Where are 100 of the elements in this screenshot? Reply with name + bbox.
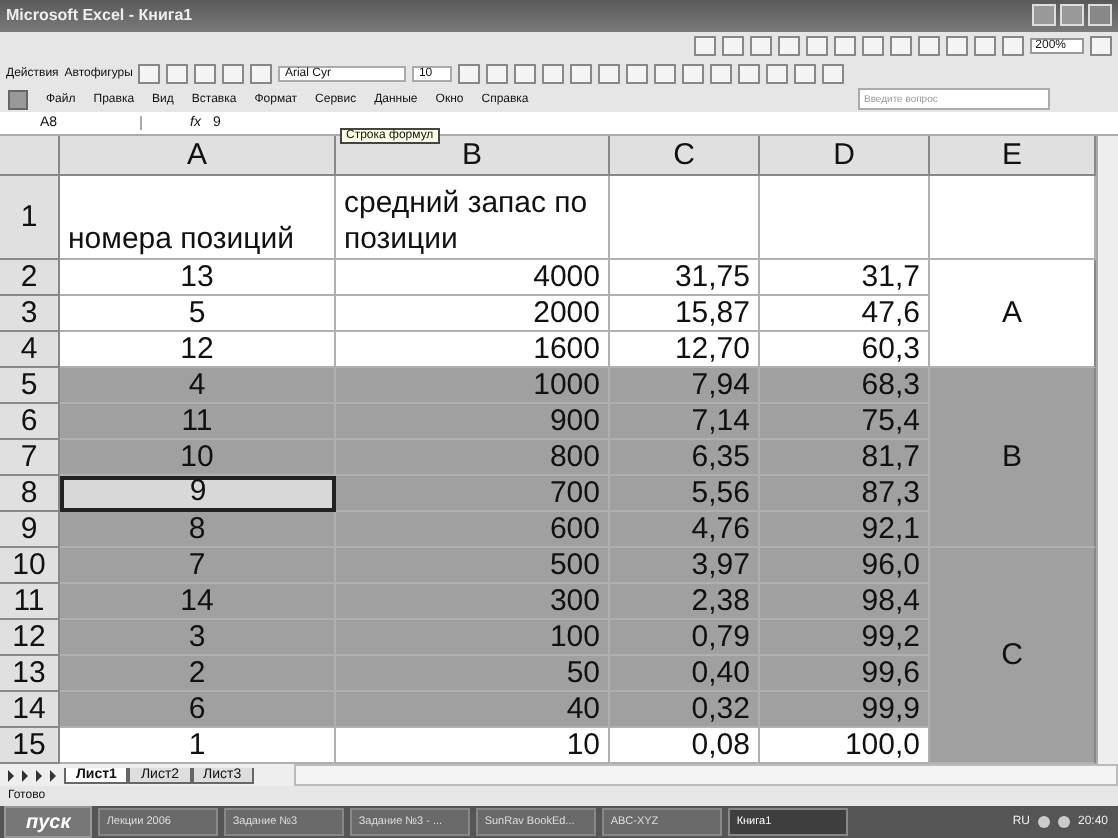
table-cell: 300 (336, 584, 610, 621)
table-cell: 3,97 (610, 548, 760, 585)
close-button[interactable] (1088, 4, 1112, 27)
format-icon[interactable] (710, 63, 733, 84)
table-cell[interactable]: 11 (60, 404, 336, 441)
format-icon[interactable] (486, 63, 509, 84)
format-icon[interactable] (542, 63, 565, 84)
table-cell: 10 (336, 728, 610, 765)
column-header[interactable]: E (930, 136, 1096, 177)
format-icon[interactable] (570, 63, 593, 84)
format-icon[interactable] (458, 63, 481, 84)
table-cell: 100,0 (760, 728, 930, 765)
toolbar-icon[interactable] (861, 35, 884, 56)
drawing-tool-icon[interactable] (166, 63, 189, 84)
row-header[interactable]: 11 (0, 584, 60, 621)
table-cell[interactable]: 2 (60, 656, 336, 693)
table-cell: 31,7 (760, 260, 930, 297)
toolbar-icon[interactable] (777, 35, 800, 56)
format-icon[interactable] (738, 63, 761, 84)
row-header[interactable]: 9 (0, 512, 60, 549)
table-cell: 0,32 (610, 692, 760, 729)
table-cell[interactable]: 5 (60, 296, 336, 333)
table-cell[interactable]: 10 (60, 440, 336, 477)
horizontal-scrollbar[interactable] (293, 764, 1118, 787)
toolbar-icon[interactable] (973, 35, 996, 56)
table-cell: 75,4 (760, 404, 930, 441)
table-cell: 7,94 (610, 368, 760, 405)
format-icon[interactable] (654, 63, 677, 84)
row-header[interactable]: 10 (0, 548, 60, 585)
table-cell[interactable]: 13 (60, 260, 336, 297)
column-header[interactable]: C (610, 136, 760, 177)
row-header[interactable]: 8 (0, 476, 60, 513)
table-cell: 98,4 (760, 584, 930, 621)
select-all-corner[interactable] (0, 136, 60, 177)
row-header[interactable]: 12 (0, 620, 60, 657)
table-cell: 1600 (336, 332, 610, 369)
minimize-button[interactable] (1032, 4, 1056, 27)
window-title: Microsoft Excel - Книга1 (6, 6, 195, 25)
drawing-tool-icon[interactable] (250, 63, 273, 84)
row-header[interactable]: 14 (0, 692, 60, 729)
drawing-tool-icon[interactable] (194, 63, 217, 84)
table-cell[interactable]: 6 (60, 692, 336, 729)
table-cell[interactable]: 12 (60, 332, 336, 369)
table-cell: 47,6 (760, 296, 930, 333)
format-icon[interactable] (598, 63, 621, 84)
table-cell: 99,6 (760, 656, 930, 693)
table-cell: 96,0 (760, 548, 930, 585)
toolbar-icon[interactable] (693, 35, 716, 56)
column-header[interactable]: A (60, 136, 336, 177)
table-cell: 12,70 (610, 332, 760, 369)
document-icon[interactable] (8, 89, 28, 110)
format-icon[interactable] (626, 63, 649, 84)
table-cell: 600 (336, 512, 610, 549)
table-cell: 500 (336, 548, 610, 585)
row-header[interactable]: 7 (0, 440, 60, 477)
vertical-scrollbar[interactable] (1096, 136, 1118, 765)
drawing-tool-icon[interactable] (138, 63, 161, 84)
table-cell: 0,79 (610, 620, 760, 657)
merged-cell: B (930, 368, 1096, 549)
toolbar-icon[interactable] (805, 35, 828, 56)
table-cell[interactable]: 7 (60, 548, 336, 585)
toolbar-icon[interactable] (917, 35, 940, 56)
table-cell[interactable]: 8 (60, 512, 336, 549)
toolbar-icon[interactable] (1001, 35, 1024, 56)
start-button[interactable]: пуск (4, 806, 93, 838)
table-cell: 4,76 (610, 512, 760, 549)
table-cell[interactable]: 4 (60, 368, 336, 405)
column-header[interactable]: D (760, 136, 930, 177)
format-icon[interactable] (682, 63, 705, 84)
table-cell: 800 (336, 440, 610, 477)
help-icon[interactable] (1090, 35, 1112, 56)
format-icon[interactable] (766, 63, 789, 84)
maximize-button[interactable] (1060, 4, 1084, 27)
table-cell[interactable]: 3 (60, 620, 336, 657)
table-cell[interactable]: 14 (60, 584, 336, 621)
table-cell: 87,3 (760, 476, 930, 513)
table-cell: 2,38 (610, 584, 760, 621)
table-cell: 31,75 (610, 260, 760, 297)
toolbar-icon[interactable] (721, 35, 744, 56)
row-header[interactable]: 15 (0, 728, 60, 765)
toolbar-icon[interactable] (889, 35, 912, 56)
toolbar-icon[interactable] (945, 35, 968, 56)
row-header[interactable]: 2 (0, 260, 60, 297)
table-cell: 99,2 (760, 620, 930, 657)
toolbar-icon[interactable] (833, 35, 856, 56)
row-header[interactable]: 5 (0, 368, 60, 405)
row-header[interactable]: 4 (0, 332, 60, 369)
table-cell: 4000 (336, 260, 610, 297)
row-header[interactable]: 6 (0, 404, 60, 441)
toolbar-icon[interactable] (749, 35, 772, 56)
drawing-tool-icon[interactable] (222, 63, 245, 84)
table-cell: 0,40 (610, 656, 760, 693)
table-cell[interactable]: 1 (60, 728, 336, 765)
row-header[interactable]: 13 (0, 656, 60, 693)
row-header[interactable]: 1 (0, 176, 60, 261)
format-icon[interactable] (822, 63, 845, 84)
table-cell[interactable]: 9 (60, 476, 336, 513)
row-header[interactable]: 3 (0, 296, 60, 333)
format-icon[interactable] (794, 63, 817, 84)
format-icon[interactable] (514, 63, 537, 84)
